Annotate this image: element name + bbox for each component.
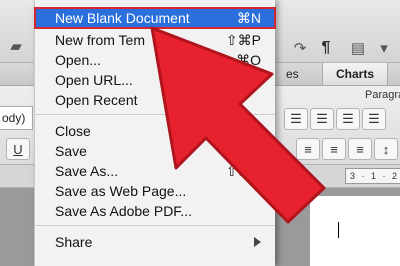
menu-item-new-blank-document[interactable]: New Blank Document ⌘N	[34, 7, 276, 29]
text-cursor	[338, 222, 339, 238]
menu-separator	[35, 114, 275, 115]
line-spacing-button[interactable]: ↕	[374, 138, 398, 160]
bullets-button[interactable]: ☰	[284, 108, 308, 130]
indent-button[interactable]: ☰	[362, 108, 386, 130]
underline-button[interactable]: U	[6, 138, 30, 160]
pilcrow-icon[interactable]: ¶	[314, 36, 338, 60]
numbering-button[interactable]: ☰	[310, 108, 334, 130]
outdent-button[interactable]: ☰	[336, 108, 360, 130]
zoom-icon[interactable]: ▾	[372, 36, 396, 60]
menu-item-open-recent[interactable]: Open Recent	[35, 90, 275, 110]
menu-item-save-as[interactable]: Save As... ⇧⌘S	[35, 161, 275, 181]
document-page[interactable]	[310, 196, 400, 266]
justify-button[interactable]: ≡	[348, 138, 372, 160]
menu-item-save[interactable]: Save ⌘S	[35, 141, 275, 161]
menu-item-close[interactable]: Close	[35, 121, 275, 141]
menu-item-save-as-web-page[interactable]: Save as Web Page...	[35, 181, 275, 201]
submenu-arrow-icon	[254, 237, 261, 247]
redo-icon[interactable]: ↷	[288, 36, 312, 60]
ruler-scale: 3 · 1 · 2	[345, 168, 400, 184]
menu-item-new-from-template[interactable]: New from Tem ⇧⌘P	[35, 30, 275, 50]
sidebar-toggle-icon[interactable]: ▤	[346, 36, 370, 60]
paragraph-group-label: Paragra	[365, 89, 400, 101]
menu-item-share[interactable]: Share	[35, 232, 275, 252]
menu-item-open[interactable]: Open... ⌘O	[35, 50, 275, 70]
menu-item-save-as-adobe-pdf[interactable]: Save As Adobe PDF...	[35, 201, 275, 221]
folder-icon[interactable]: ▰	[4, 34, 28, 58]
tab-charts[interactable]: Charts	[322, 63, 388, 85]
file-menu: New Blank Document ⌘N New from Tem ⇧⌘P O…	[34, 0, 276, 266]
menu-separator	[35, 225, 275, 226]
menu-item-open-url[interactable]: Open URL...	[35, 70, 275, 90]
align-center-button[interactable]: ≡	[296, 138, 320, 160]
tab-smartart[interactable]: es	[278, 63, 307, 85]
align-right-button[interactable]: ≡	[322, 138, 346, 160]
style-select[interactable]: ody)	[0, 106, 33, 130]
